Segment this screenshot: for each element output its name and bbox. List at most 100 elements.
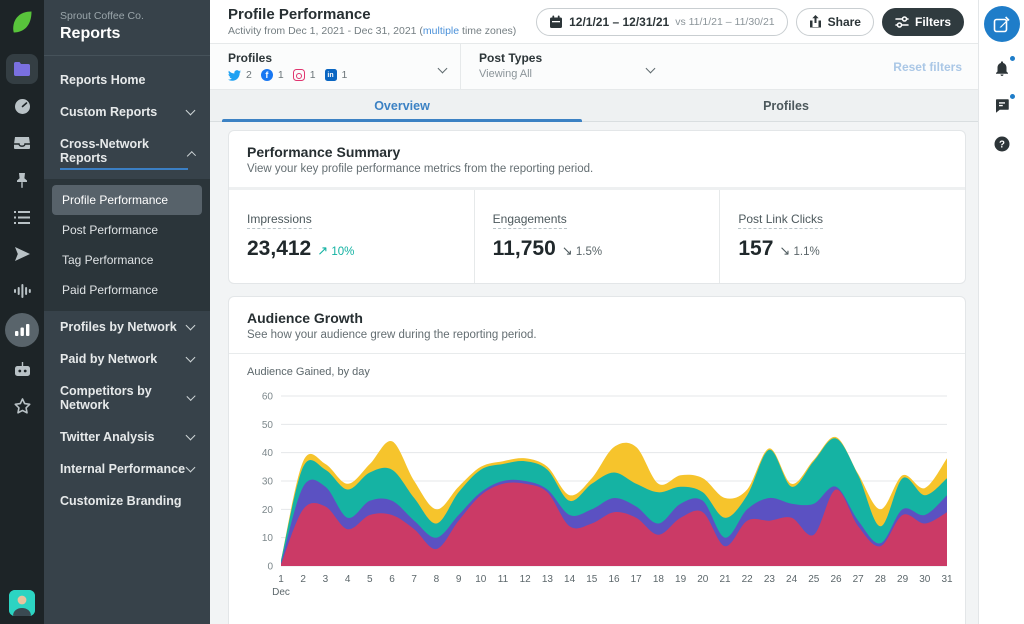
chevron-down-icon <box>437 63 448 74</box>
report-content: Performance Summary View your key profil… <box>210 122 978 624</box>
page-subtitle: Activity from Dec 1, 2021 - Dec 31, 2021… <box>228 25 517 37</box>
date-range-button[interactable]: 12/1/21 – 12/31/21 vs 11/1/21 – 11/30/21 <box>536 7 788 36</box>
chart-metric-label: Audience Gained, by day <box>247 366 370 378</box>
sidebar-item-post-performance[interactable]: Post Performance <box>52 215 202 245</box>
chevron-down-icon <box>185 430 196 441</box>
plan-folder-icon[interactable] <box>6 54 38 84</box>
post-link-clicks-value: 157 <box>738 237 774 260</box>
svg-text:7: 7 <box>411 574 417 585</box>
chevron-down-icon <box>185 320 196 331</box>
reset-filters-button[interactable]: Reset filters <box>893 60 962 74</box>
svg-text:21: 21 <box>719 574 731 585</box>
svg-text:30: 30 <box>919 574 931 585</box>
svg-text:Dec: Dec <box>272 587 290 598</box>
share-button[interactable]: Share <box>795 7 874 36</box>
sidebar-header: Sprout Coffee Co. Reports <box>44 0 210 56</box>
svg-text:40: 40 <box>262 448 274 459</box>
app-icon-rail <box>0 0 44 624</box>
notifications-bell-icon[interactable] <box>990 55 1016 80</box>
chevron-down-icon <box>185 105 196 116</box>
linkedin-count: 1 <box>341 69 348 81</box>
performance-summary-subtitle: View your key profile performance metric… <box>247 163 594 175</box>
bot-icon[interactable] <box>6 354 38 384</box>
linkedin-icon: in <box>324 69 337 81</box>
post-link-clicks-metric: Post Link Clicks 157 ↘ 1.1% <box>719 190 965 283</box>
sidebar-item-cross-network-reports[interactable]: Cross-Network Reports <box>44 128 210 179</box>
svg-text:60: 60 <box>262 392 274 403</box>
date-range-value: 12/1/21 – 12/31/21 <box>569 14 670 29</box>
svg-text:10: 10 <box>262 533 274 544</box>
svg-text:14: 14 <box>564 574 576 585</box>
sidebar-nav: Reports Home Custom Reports Cross-Networ… <box>44 56 210 517</box>
svg-text:50: 50 <box>262 420 274 431</box>
impressions-value: 23,412 <box>247 237 312 260</box>
calendar-icon <box>550 15 563 28</box>
post-types-filter-dropdown[interactable]: Post Types Viewing All <box>460 44 668 89</box>
sidebar-item-competitors-by-network[interactable]: Competitors by Network <box>44 375 210 421</box>
dashboard-gauge-icon[interactable] <box>6 91 38 121</box>
post-types-label: Post Types <box>479 51 543 65</box>
audience-growth-subtitle: See how your audience grew during the re… <box>247 329 537 341</box>
sidebar-item-customize-branding[interactable]: Customize Branding <box>44 485 210 517</box>
sidebar-item-profiles-by-network[interactable]: Profiles by Network <box>44 311 210 343</box>
tab-profiles[interactable]: Profiles <box>594 90 978 121</box>
influencer-star-icon[interactable] <box>6 391 38 421</box>
svg-text:6: 6 <box>389 574 395 585</box>
sidebar-item-paid-by-network[interactable]: Paid by Network <box>44 343 210 375</box>
chevron-down-icon <box>185 352 196 363</box>
filters-button[interactable]: Filters <box>881 7 964 36</box>
sidebar-item-reports-home[interactable]: Reports Home <box>44 64 210 96</box>
sliders-icon <box>895 15 909 28</box>
post-link-clicks-delta: 1.1% <box>793 246 820 258</box>
tab-overview[interactable]: Overview <box>210 90 594 121</box>
header-actions: 12/1/21 – 12/31/21 vs 11/1/21 – 11/30/21… <box>536 7 964 36</box>
impressions-delta: 10% <box>331 246 355 258</box>
sidebar-item-twitter-analysis[interactable]: Twitter Analysis <box>44 421 210 453</box>
utility-rail: ? <box>978 0 1024 624</box>
svg-text:17: 17 <box>631 574 643 585</box>
performance-summary-title: Performance Summary <box>247 144 401 160</box>
svg-text:18: 18 <box>653 574 665 585</box>
publish-plane-icon[interactable] <box>6 239 38 269</box>
help-icon[interactable]: ? <box>990 132 1014 156</box>
trend-down-icon: ↘ <box>779 243 791 258</box>
stacked-area-chart[interactable]: 01020304050601 2 3 4 5 6 7 8 9 10 11 12 13 14 15 16 17 18… <box>247 384 953 612</box>
svg-text:11: 11 <box>498 574 509 585</box>
multiple-timezones-link[interactable]: multiple <box>423 25 459 37</box>
inbox-icon[interactable] <box>6 128 38 158</box>
user-avatar[interactable] <box>9 590 35 616</box>
compose-button[interactable] <box>983 6 1020 42</box>
pin-icon[interactable] <box>6 165 38 195</box>
svg-text:19: 19 <box>675 574 687 585</box>
profiles-filter-dropdown[interactable]: Profiles 2 f 1 1 in 1 <box>210 44 460 89</box>
reports-chart-icon[interactable] <box>5 313 39 347</box>
chevron-down-icon <box>645 63 656 74</box>
active-tab-indicator <box>222 119 582 122</box>
app-window: Sprout Coffee Co. Reports Reports Home C… <box>0 0 1024 624</box>
svg-text:0: 0 <box>267 562 273 573</box>
report-tabs: Overview Profiles <box>210 90 978 122</box>
sidebar-item-custom-reports[interactable]: Custom Reports <box>44 96 210 128</box>
svg-text:4: 4 <box>345 574 351 585</box>
audience-growth-card: Audience Growth See how your audience gr… <box>228 296 966 624</box>
compose-pencil-icon <box>993 15 1010 32</box>
svg-text:29: 29 <box>897 574 909 585</box>
twitter-count: 2 <box>246 69 252 81</box>
svg-text:24: 24 <box>786 574 798 585</box>
impressions-metric: Impressions 23,412 ↗ 10% <box>229 190 474 283</box>
svg-text:9: 9 <box>456 574 462 585</box>
svg-text:15: 15 <box>586 574 598 585</box>
sidebar-item-paid-performance[interactable]: Paid Performance <box>52 275 202 305</box>
svg-text:3: 3 <box>323 574 329 585</box>
profiles-network-counts: 2 f 1 1 in 1 <box>228 69 351 81</box>
svg-text:2: 2 <box>300 574 306 585</box>
sidebar-item-tag-performance[interactable]: Tag Performance <box>52 245 202 275</box>
sidebar-item-profile-performance[interactable]: Profile Performance <box>52 185 202 215</box>
profiles-filter-label: Profiles <box>228 51 273 65</box>
messages-bubble-icon[interactable] <box>990 93 1016 118</box>
engagements-metric: Engagements 11,750 ↘ 1.5% <box>473 190 720 283</box>
feed-list-icon[interactable] <box>6 202 38 232</box>
sidebar-item-internal-performance[interactable]: Internal Performance <box>44 453 210 485</box>
post-types-value: Viewing All <box>479 68 532 80</box>
listening-waves-icon[interactable] <box>6 276 38 306</box>
